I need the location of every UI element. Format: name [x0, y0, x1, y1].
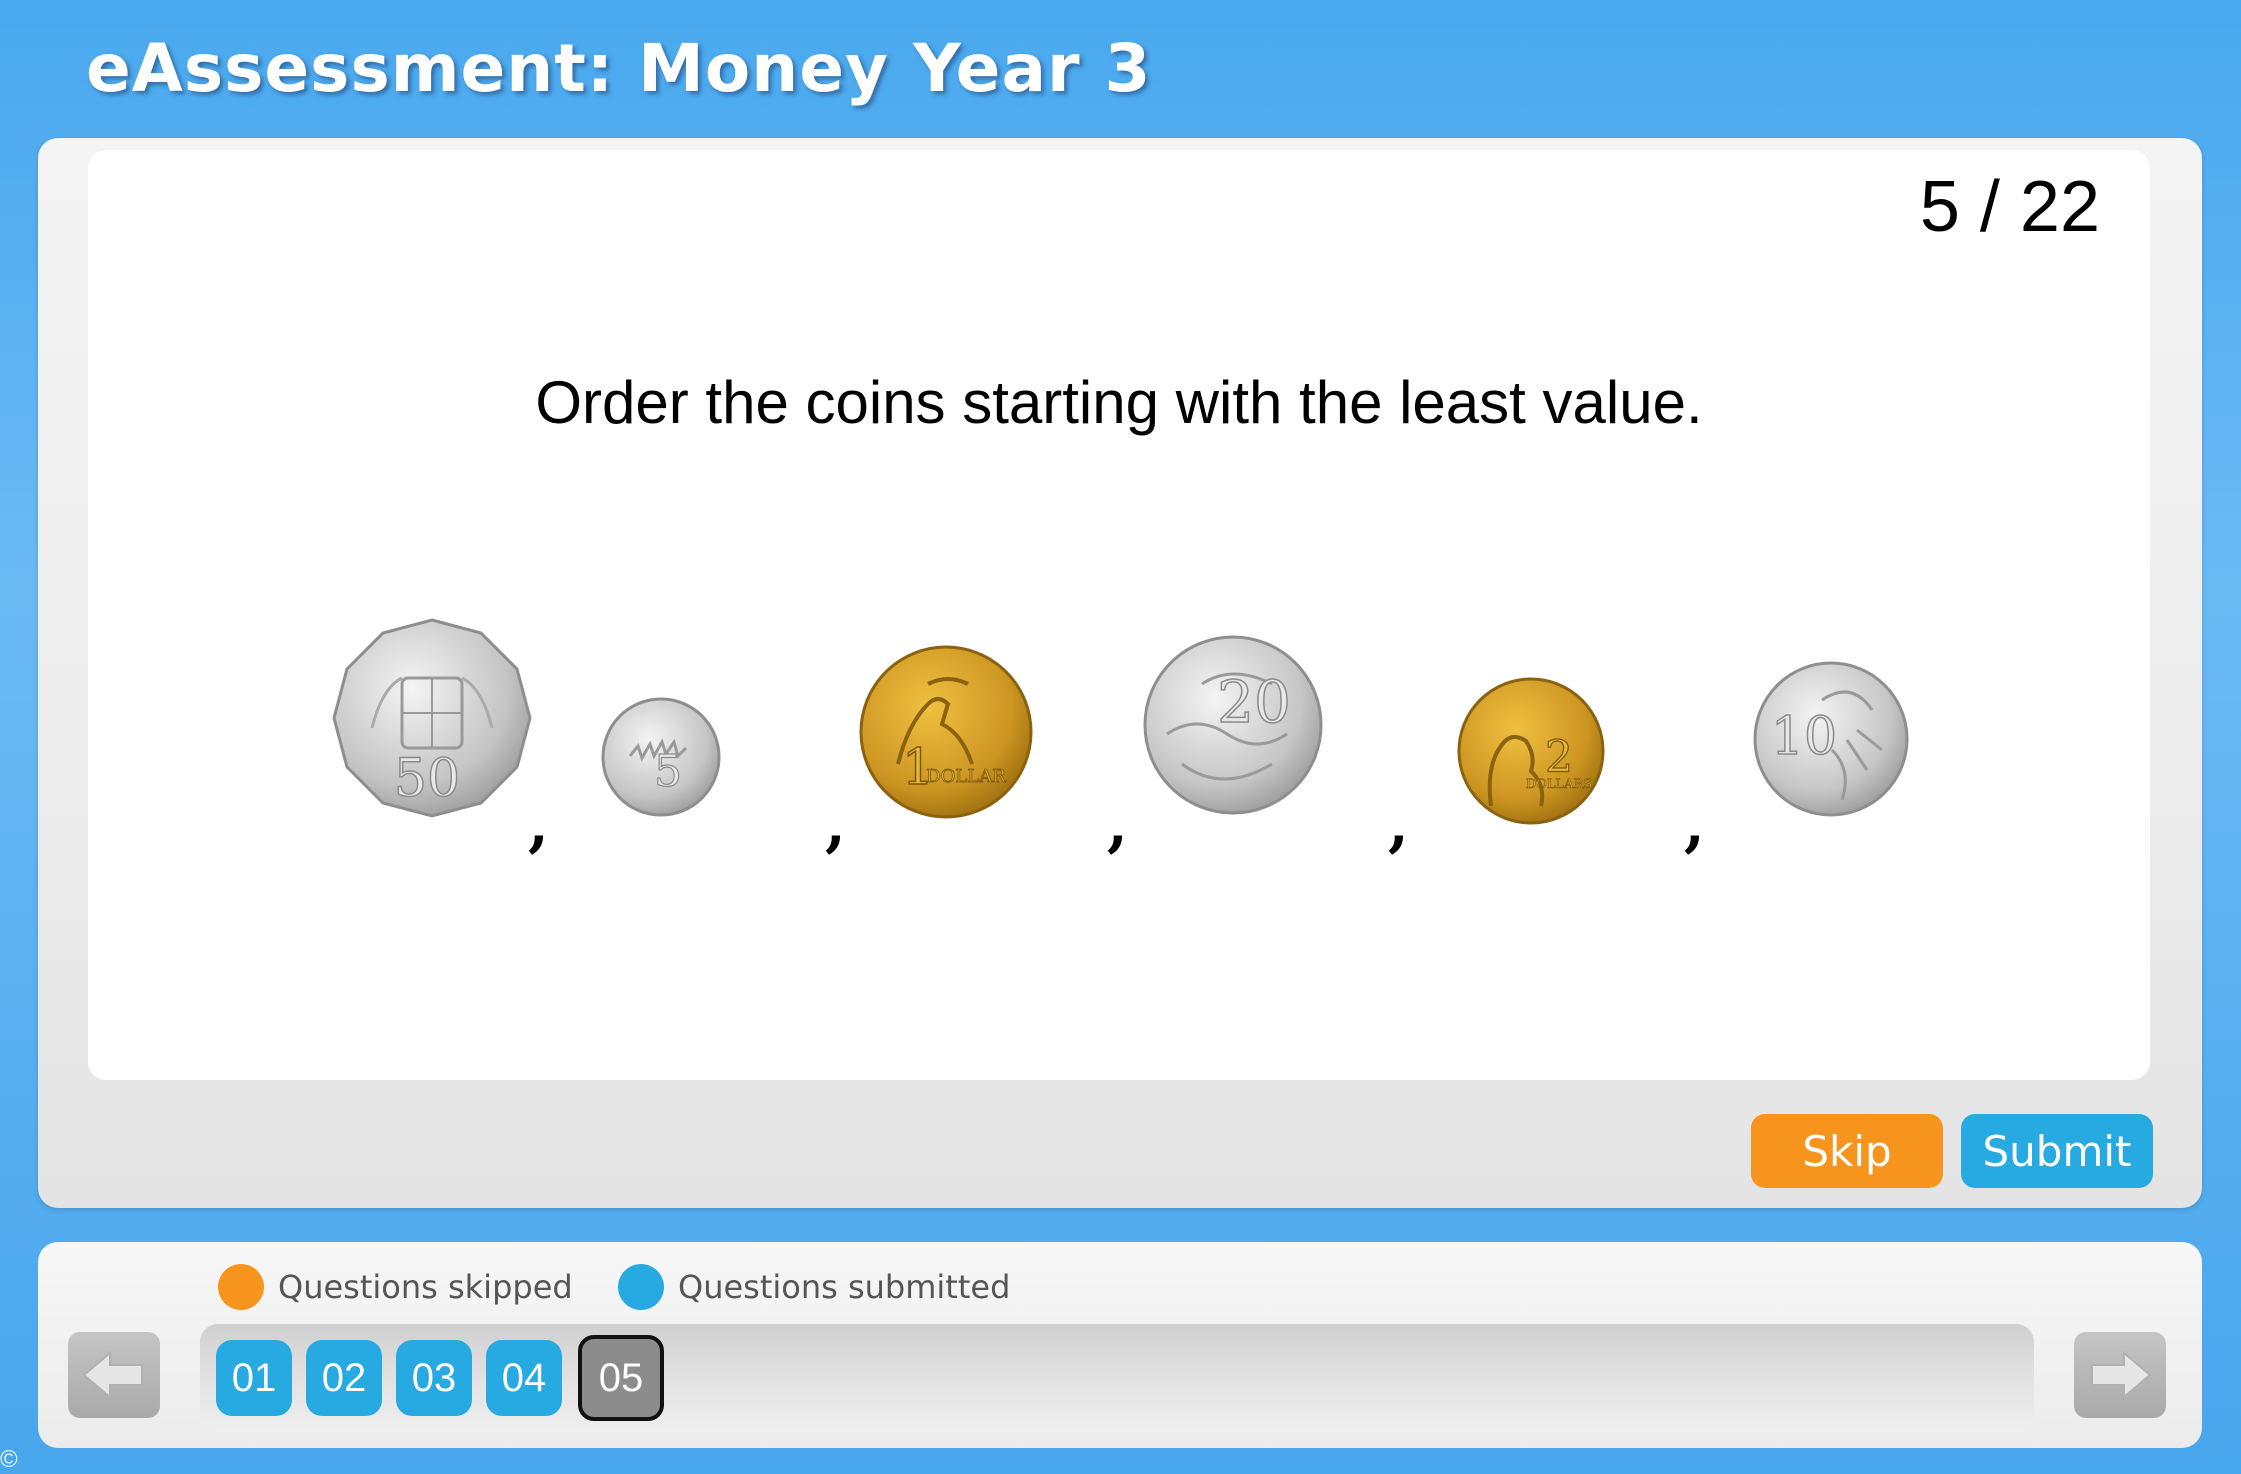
question-counter: 5 / 22	[1919, 167, 2100, 247]
arrow-left-icon	[82, 1350, 143, 1400]
20-cent-coin[interactable]: 20	[1142, 634, 1324, 816]
submit-button[interactable]: Submit	[1961, 1114, 2153, 1188]
question-01-button[interactable]: 01	[216, 1340, 292, 1416]
50-cent-label: 50	[394, 749, 460, 809]
2-dollar-coin[interactable]: 2 DOLLARS	[1456, 676, 1606, 826]
arrow-right-icon	[2091, 1350, 2152, 1400]
5-cent-label: 5	[654, 746, 682, 797]
legend-submitted: Questions submitted	[618, 1264, 1010, 1310]
copyright-symbol: ©	[0, 1446, 18, 1473]
legend-skipped-label: Questions skipped	[278, 1268, 573, 1306]
question-prompt: Order the coins starting with the least …	[535, 369, 1703, 436]
question-card: 5 / 22 Order the coins starting with the…	[88, 150, 2150, 1080]
previous-button[interactable]	[68, 1332, 160, 1418]
question-05-button[interactable]: 05	[578, 1335, 664, 1421]
1-dollar-coin[interactable]: 1 DOLLAR	[858, 644, 1034, 820]
separator-comma: ,	[1388, 790, 1409, 860]
1-dollar-sublabel: DOLLAR	[926, 766, 1006, 787]
question-panel: 5 / 22 Order the coins starting with the…	[38, 138, 2202, 1208]
10-cent-coin[interactable]: 10	[1752, 660, 1910, 818]
question-04-button[interactable]: 04	[486, 1340, 562, 1416]
orange-dot-icon	[218, 1264, 264, 1310]
question-track	[200, 1324, 2034, 1432]
question-03-button[interactable]: 03	[396, 1340, 472, 1416]
question-navigation-panel: Questions skipped Questions submitted 01…	[38, 1242, 2202, 1448]
separator-comma: ,	[1107, 790, 1128, 860]
blue-dot-icon	[618, 1264, 664, 1310]
app-title: eAssessment: Money Year 3	[86, 30, 1152, 107]
legend-skipped: Questions skipped	[218, 1264, 573, 1310]
separator-comma: ,	[1684, 790, 1705, 860]
50-cent-coin[interactable]: 50	[332, 618, 532, 818]
separator-comma: ,	[528, 790, 549, 860]
separator-comma: ,	[825, 790, 846, 860]
legend-submitted-label: Questions submitted	[678, 1268, 1011, 1306]
2-dollar-label: 2	[1545, 732, 1573, 783]
skip-button[interactable]: Skip	[1751, 1114, 1943, 1188]
next-button[interactable]	[2074, 1332, 2166, 1418]
question-02-button[interactable]: 02	[306, 1340, 382, 1416]
20-cent-label: 20	[1217, 668, 1291, 736]
5-cent-coin[interactable]: 5	[600, 696, 722, 818]
10-cent-label: 10	[1771, 707, 1837, 767]
2-dollar-sublabel: DOLLARS	[1526, 777, 1592, 792]
